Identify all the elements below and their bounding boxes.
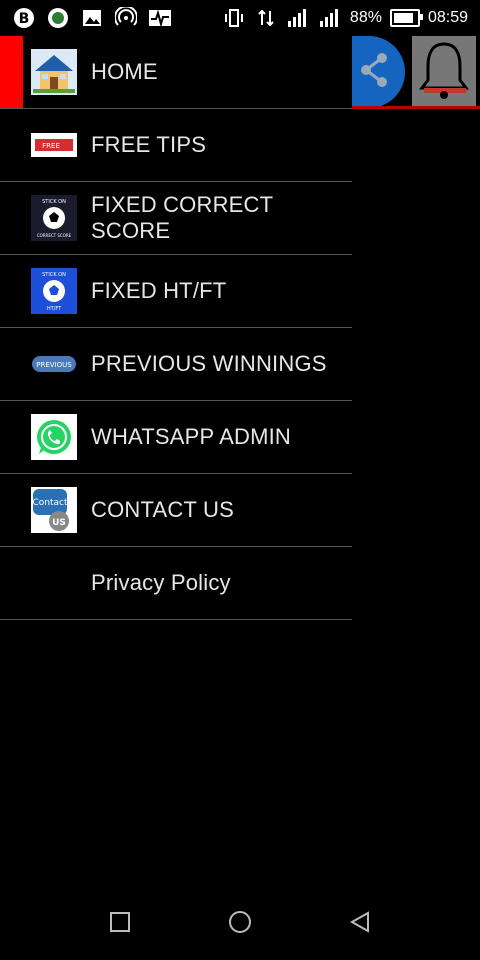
drawer-item-privacy-policy[interactable]: Privacy Policy: [0, 547, 352, 620]
recent-apps-icon: [109, 911, 131, 938]
bell-icon: [416, 38, 472, 105]
drawer-item-contact-us[interactable]: Contact US CONTACT US: [0, 474, 352, 547]
stick-on-caption: STICK ON: [42, 199, 66, 205]
vibrate-icon: [222, 6, 246, 30]
signal-h-icon: [318, 6, 342, 30]
home-circle-icon: [228, 910, 252, 939]
navigation-drawer: HOME FREE FREE TIPS STICK ON CORRECT SCO…: [0, 36, 352, 620]
soccer-ball-blue-icon: STICK ON HT/FT: [31, 268, 77, 314]
drawer-item-label: FREE TIPS: [91, 132, 207, 157]
circle-app-icon: [46, 6, 70, 30]
drawer-item-label: FIXED HT/FT: [91, 278, 227, 303]
drawer-item-label: HOME: [91, 59, 158, 84]
status-bar: B 88% 08:59: [0, 0, 480, 36]
correct-score-caption: CORRECT SCORE: [37, 233, 72, 238]
back-triangle-icon: [348, 910, 372, 939]
whatsapp-icon: [31, 414, 77, 460]
drawer-item-label: CONTACT US: [91, 497, 234, 522]
svg-text:B: B: [19, 11, 30, 27]
clock: 08:59: [427, 9, 468, 26]
contact-caption: Contact: [32, 498, 67, 508]
drawer-item-fixed-correct-score[interactable]: STICK ON CORRECT SCORE FIXED CORRECT SCO…: [0, 182, 352, 255]
previous-badge-text: PREVIOUS: [36, 361, 72, 369]
drawer-item-label: Privacy Policy: [91, 570, 231, 595]
battery-percent: 88%: [349, 9, 382, 26]
soccer-ball-icon: STICK ON CORRECT SCORE: [31, 195, 77, 241]
contact-us-icon: Contact US: [31, 487, 77, 533]
data-arrows-icon: [254, 6, 278, 30]
status-left-icons: B: [12, 6, 172, 30]
signal-h-icon: [286, 6, 310, 30]
share-icon: [356, 50, 392, 95]
app-bar-underline: [350, 106, 480, 109]
b-app-icon: B: [12, 6, 36, 30]
battery-fill: [393, 13, 413, 23]
hotspot-icon: [114, 6, 138, 30]
drawer-item-label: FIXED CORRECT SCORE: [91, 192, 273, 243]
drawer-item-fixed-htft[interactable]: STICK ON HT/FT FIXED HT/FT: [0, 255, 352, 328]
house-icon: [31, 49, 77, 95]
previous-badge-icon: PREVIOUS: [31, 341, 77, 387]
us-caption: US: [52, 518, 66, 528]
notification-bell-button[interactable]: [412, 36, 476, 106]
system-navigation-bar: [0, 888, 480, 960]
recent-apps-button[interactable]: [90, 888, 150, 960]
free-badge-icon: FREE: [31, 122, 77, 168]
htft-caption: HT/FT: [47, 306, 62, 312]
stick-on-caption: STICK ON: [42, 272, 66, 278]
free-badge-text: FREE: [42, 142, 60, 150]
image-icon: [80, 6, 104, 30]
drawer-item-home[interactable]: HOME: [0, 36, 352, 109]
status-right-icons: 88% 08:59: [222, 6, 468, 30]
back-button[interactable]: [330, 888, 390, 960]
home-button[interactable]: [210, 888, 270, 960]
drawer-item-label: WHATSAPP ADMIN: [91, 424, 292, 449]
drawer-item-whatsapp-admin[interactable]: WHATSAPP ADMIN: [0, 401, 352, 474]
drawer-item-free-tips[interactable]: FREE FREE TIPS: [0, 109, 352, 182]
activity-icon: [148, 6, 172, 30]
active-indicator: [0, 36, 23, 108]
battery-icon: [389, 9, 423, 27]
drawer-item-label: PREVIOUS WINNINGS: [91, 351, 327, 376]
drawer-item-previous-winnings[interactable]: PREVIOUS PREVIOUS WINNINGS: [0, 328, 352, 401]
